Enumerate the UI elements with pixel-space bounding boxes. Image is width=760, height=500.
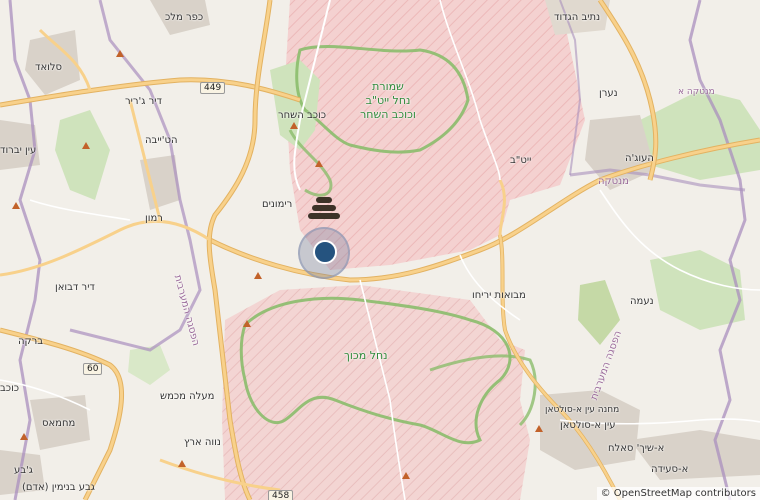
map-attribution[interactable]: © OpenStreetMap contributors (596, 487, 760, 500)
place-label: מבואות יריחו (472, 290, 526, 301)
stacked-layers-icon[interactable] (307, 197, 341, 223)
peak-icon (535, 425, 543, 432)
peak-icon (315, 160, 323, 167)
place-label: ייט"ב (510, 155, 532, 166)
place-label: נתיב הגדוד (554, 12, 601, 23)
road-shield-458: 458 (268, 490, 294, 500)
location-dot (313, 240, 337, 264)
place-label: דיר ג'ריר (125, 96, 162, 107)
peak-icon (290, 122, 298, 129)
peak-icon (20, 433, 28, 440)
peak-icon (254, 272, 262, 279)
place-label: א-סעידה (651, 464, 689, 475)
location-marker-icon[interactable] (298, 227, 350, 279)
peak-icon (12, 202, 20, 209)
place-label: הט'ייבה (145, 135, 178, 146)
place-label: מנטקה א (678, 87, 715, 97)
place-label: מנטקה (598, 176, 629, 187)
road-shield-60: 60 (83, 363, 103, 375)
peak-icon (243, 320, 251, 327)
peak-icon (116, 50, 124, 57)
place-label: מחמאס (42, 418, 76, 429)
road-shield-449: 449 (200, 82, 226, 94)
map-base-layer (0, 0, 760, 500)
peak-icon (178, 460, 186, 467)
place-label: העוג'ה (625, 153, 654, 164)
restricted-area-south (222, 285, 530, 500)
place-label: רמון (145, 213, 163, 224)
map-canvas[interactable]: שמורת נחל ייט"ב וכוכב השחר נחל מכוך כפר … (0, 0, 760, 500)
place-label: עין א-סולטאן (560, 420, 616, 431)
place-label: נעמה (630, 296, 654, 307)
place-label: ברקה (18, 336, 44, 347)
place-label: כפר מלכ (165, 12, 204, 23)
place-label: מחנה עין א-סולטאן (545, 405, 620, 415)
place-label: גבע בנימין (אדם) (22, 482, 95, 493)
place-label: רימונים (262, 199, 293, 210)
place-label: עין יברוד (0, 145, 37, 156)
place-label: סלואד (35, 62, 63, 73)
reserve-label-south: נחל מכוך (344, 349, 388, 362)
place-label: דיר דבואן (55, 282, 95, 293)
peak-icon (82, 142, 90, 149)
peak-icon (402, 472, 410, 479)
place-label: מעלה מכמש (160, 391, 215, 402)
place-label: כוכב (0, 383, 20, 394)
place-label: ג'בע (14, 465, 33, 476)
place-label: כוכב השחר (278, 110, 327, 121)
reserve-label-north: שמורת נחל ייט"ב וכוכב השחר (360, 80, 416, 121)
place-label: א-שיך' סאלח (608, 443, 665, 454)
place-label: נערן (599, 88, 618, 99)
place-label: נווה ארץ (184, 437, 221, 448)
